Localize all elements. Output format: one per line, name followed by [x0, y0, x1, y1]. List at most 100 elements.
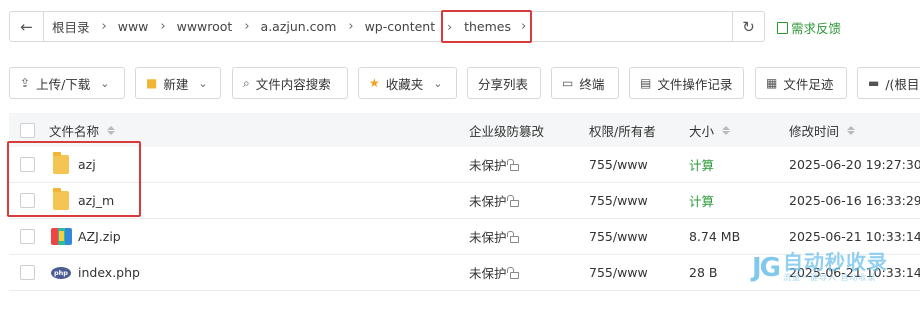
file-footprint-button[interactable]: ▦ 文件足迹	[755, 67, 847, 99]
col-perm-header: 权限/所有者	[589, 113, 656, 147]
breadcrumb-bar: ← 根目录 › www › wwwroot › a.azjun.com › wp-con…	[9, 10, 765, 43]
perm-text: 755/www	[589, 265, 648, 280]
modified-time: 2025-06-16 16:33:29	[789, 183, 920, 218]
row-checkbox[interactable]	[20, 219, 35, 254]
perm-text: 755/www	[589, 157, 648, 172]
php-file-icon: php	[51, 255, 71, 290]
protect-text: 未保护	[469, 230, 507, 245]
crumb-label: www	[117, 19, 149, 34]
crumb-themes[interactable]: › themes ›	[441, 10, 533, 43]
crumb-label: wp-content	[364, 19, 436, 34]
folder-plus-icon: ■	[146, 76, 158, 90]
sort-icon	[847, 125, 856, 135]
feedback-icon	[777, 21, 788, 34]
protect-text: 未保护	[469, 194, 507, 209]
terminal-button[interactable]: ▭ 终端	[551, 67, 619, 99]
feedback-link[interactable]: 需求反馈	[777, 18, 841, 37]
col-name-label: 文件名称	[49, 123, 100, 139]
watermark-title: 自动秒收录	[783, 250, 889, 274]
permission[interactable]: 755/www	[589, 219, 648, 254]
disk-path-button[interactable]: ▬ /(根目	[857, 67, 920, 99]
upload-label: 上传/下载	[36, 76, 91, 92]
watermark-logo-icon: JG	[752, 252, 781, 283]
file-name[interactable]: index.php	[78, 255, 140, 290]
refresh-icon: ↻	[742, 17, 755, 36]
protect-status[interactable]: 未保护	[469, 147, 519, 182]
modified-time: 2025-06-21 10:33:14	[789, 219, 920, 254]
oplog-label: 文件操作记录	[657, 76, 733, 92]
new-button[interactable]: ■ 新建 ⌄	[135, 67, 221, 99]
chevron-right-icon: ›	[521, 19, 527, 34]
crumb-www[interactable]: www ›	[107, 12, 166, 41]
refresh-button[interactable]: ↻	[732, 12, 764, 41]
crumb-site[interactable]: a.azjun.com ›	[250, 12, 354, 41]
permission[interactable]: 755/www	[589, 255, 648, 290]
file-oplog-button[interactable]: ▤ 文件操作记录	[629, 67, 744, 99]
col-mtime-header[interactable]: 修改时间	[789, 113, 856, 147]
size-text: 计算	[689, 194, 715, 209]
col-size-header[interactable]: 大小	[689, 113, 731, 147]
highlight-box	[7, 141, 141, 217]
crumb-label: 根目录	[52, 20, 90, 35]
zip-file-icon	[51, 219, 72, 254]
file-name-text: index.php	[78, 265, 140, 280]
file-name[interactable]: AZJ.zip	[78, 219, 121, 254]
row-checkbox[interactable]	[20, 255, 35, 290]
table-row[interactable]: azj_m 未保护 755/www 计算 2025-06-16 16:33:29	[9, 183, 920, 219]
watermark: JG 自动秒收录 流量一键导入·自动收录	[752, 252, 888, 283]
lock-icon	[506, 158, 519, 171]
lock-icon	[506, 230, 519, 243]
sort-icon	[722, 125, 731, 135]
size-calc-link[interactable]: 计算	[689, 147, 714, 182]
search-icon: ⌕	[243, 75, 250, 90]
calendar-icon: ▦	[766, 76, 778, 90]
protect-text: 未保护	[469, 266, 507, 281]
lock-icon	[506, 194, 519, 207]
star-icon: ★	[369, 76, 380, 90]
table-header: 文件名称 企业级防篡改 权限/所有者 大小 修改时间	[9, 113, 920, 147]
crumb-wwwroot[interactable]: wwwroot ›	[166, 12, 250, 41]
search-label: 文件内容搜索	[255, 76, 331, 92]
content-search-button[interactable]: ⌕ 文件内容搜索	[232, 67, 348, 99]
modified-time: 2025-06-20 19:27:30	[789, 147, 920, 182]
perm-text: 755/www	[589, 229, 648, 244]
feedback-label: 需求反馈	[791, 21, 842, 36]
permission[interactable]: 755/www	[589, 147, 648, 182]
size-calc-link[interactable]: 计算	[689, 183, 714, 218]
protect-status[interactable]: 未保护	[469, 183, 519, 218]
col-perm-label: 权限/所有者	[589, 123, 656, 139]
col-protect-header: 企业级防篡改	[469, 113, 544, 147]
sort-icon	[107, 125, 116, 135]
path-label: /(根目	[885, 76, 920, 92]
document-icon: ▤	[640, 76, 652, 90]
size-text: 28 B	[689, 265, 718, 280]
chevron-down-icon: ⌄	[433, 76, 443, 90]
crumb-wp-content[interactable]: wp-content	[354, 12, 436, 41]
chevron-down-icon: ⌄	[100, 76, 110, 90]
protect-status[interactable]: 未保护	[469, 219, 519, 254]
permission[interactable]: 755/www	[589, 183, 648, 218]
crumb-root[interactable]: 根目录 ›	[44, 12, 107, 41]
watermark-subtitle: 流量一键导入·自动收录	[783, 273, 877, 282]
new-label: 新建	[163, 76, 189, 92]
upload-icon: ⇪	[20, 76, 31, 90]
table-row[interactable]: azj 未保护 755/www 计算 2025-06-20 19:27:30	[9, 147, 920, 183]
share-list-button[interactable]: 分享列表	[467, 67, 541, 99]
chevron-down-icon: ⌄	[198, 76, 208, 90]
favorites-button[interactable]: ★ 收藏夹 ⌄	[358, 67, 457, 99]
favorites-label: 收藏夹	[385, 76, 424, 92]
upload-download-button[interactable]: ⇪ 上传/下载 ⌄	[9, 67, 125, 99]
mtime-text: 2025-06-16 16:33:29	[789, 193, 920, 208]
protect-status[interactable]: 未保护	[469, 255, 519, 290]
back-button[interactable]: ←	[10, 12, 44, 41]
file-size: 28 B	[689, 255, 717, 290]
protect-text: 未保护	[469, 158, 507, 173]
footprint-label: 文件足迹	[783, 76, 834, 92]
terminal-icon: ▭	[562, 76, 574, 90]
size-text: 计算	[689, 158, 715, 173]
perm-text: 755/www	[589, 193, 648, 208]
lock-icon	[506, 266, 519, 279]
chevron-right-icon: ›	[447, 19, 453, 34]
breadcrumb: 根目录 › www › wwwroot › a.azjun.com › wp-conte…	[44, 10, 732, 43]
file-size: 8.74 MB	[689, 219, 740, 254]
